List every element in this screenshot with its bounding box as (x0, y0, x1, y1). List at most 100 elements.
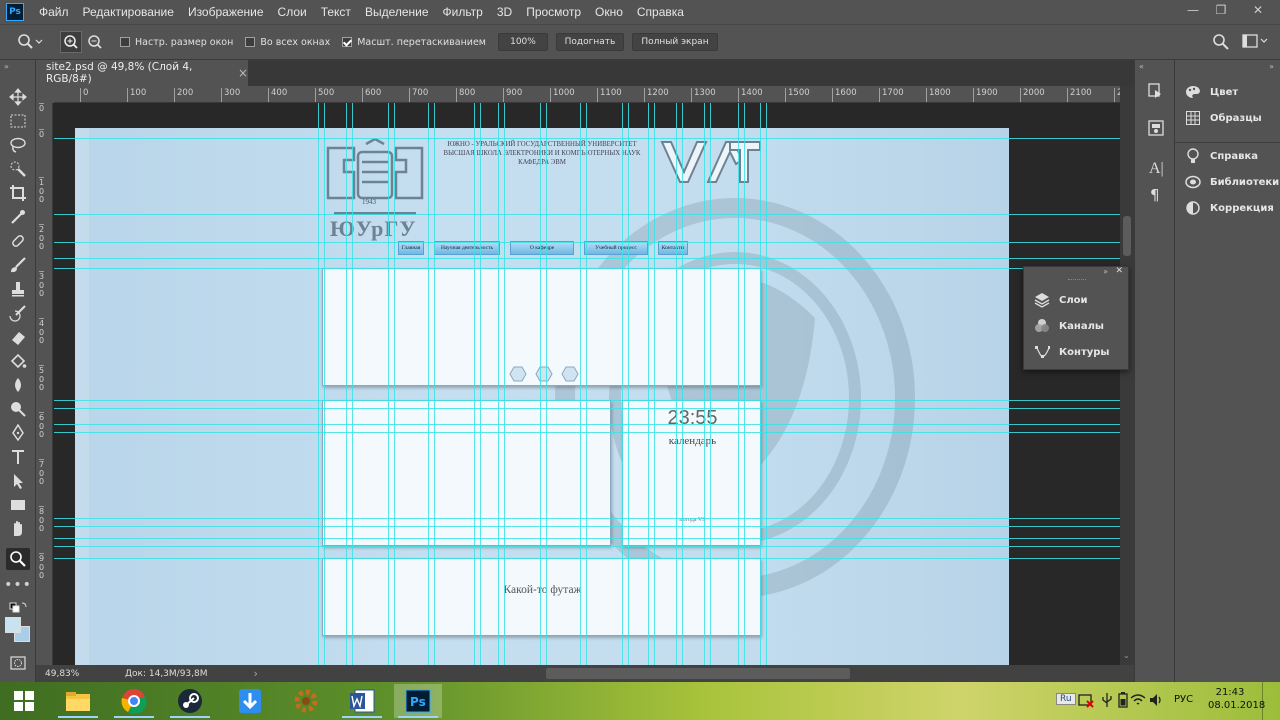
guide-horizontal[interactable] (54, 518, 1120, 519)
all-windows-option[interactable]: Во всех окнах (245, 37, 330, 48)
minimize-button[interactable]: — (1178, 0, 1208, 20)
all-windows-checkbox[interactable] (245, 37, 256, 47)
slider-dot-2[interactable] (535, 366, 553, 382)
document-tab[interactable]: site2.psd @ 49,8% (Слой 4, RGB/8#) × (36, 60, 248, 86)
guide-vertical[interactable] (540, 103, 541, 665)
hand-tool-icon[interactable] (6, 518, 30, 540)
quick-mask-icon[interactable] (6, 652, 30, 674)
crop-tool-icon[interactable] (6, 182, 30, 204)
taskbar-photoshop-icon[interactable]: Ps (394, 684, 442, 718)
guide-vertical[interactable] (682, 103, 683, 665)
start-button[interactable] (0, 684, 48, 718)
panel-adjustments[interactable]: Коррекция (1175, 195, 1280, 221)
guide-vertical[interactable] (480, 103, 481, 665)
guide-vertical[interactable] (324, 103, 325, 665)
guide-vertical[interactable] (504, 103, 505, 665)
show-desktop-button[interactable] (1262, 682, 1264, 720)
guide-vertical[interactable] (474, 103, 475, 665)
guide-vertical[interactable] (654, 103, 655, 665)
guide-horizontal[interactable] (54, 526, 1120, 527)
collapse-strip-icon[interactable]: « (1139, 62, 1144, 71)
tray-input-language[interactable]: РУС (1174, 694, 1193, 705)
guide-vertical[interactable] (622, 103, 623, 665)
more-tools-icon[interactable]: ••• (4, 574, 31, 596)
properties-panel-icon[interactable] (1148, 120, 1164, 139)
guide-horizontal[interactable] (54, 214, 1120, 215)
foreground-color-swatch[interactable] (5, 617, 21, 633)
guide-horizontal[interactable] (54, 558, 1120, 559)
guide-vertical[interactable] (546, 103, 547, 665)
close-float-icon[interactable]: ✕ (1115, 266, 1123, 276)
guide-horizontal[interactable] (54, 268, 1120, 269)
taskbar-explorer-icon[interactable] (54, 684, 102, 718)
menu-image[interactable]: Изображение (181, 5, 271, 19)
fill-screen-button[interactable]: Полный экран (631, 33, 718, 51)
menu-view[interactable]: Просмотр (519, 5, 588, 19)
zoom-100-button[interactable]: 100% (497, 33, 548, 51)
zoom-out-icon[interactable] (84, 31, 106, 53)
quick-selection-tool-icon[interactable] (6, 158, 30, 180)
workspace-switcher-icon[interactable] (1242, 34, 1270, 51)
panel-layers[interactable]: Слои (1024, 287, 1130, 313)
zoom-tool-preset-icon[interactable] (16, 30, 56, 54)
panel-paths[interactable]: Контуры (1024, 339, 1130, 365)
color-swatches[interactable] (5, 617, 31, 643)
guide-horizontal[interactable] (54, 138, 1120, 139)
panel-swatches[interactable]: Образцы (1175, 105, 1280, 131)
guide-horizontal[interactable] (54, 424, 1120, 425)
tray-usb-icon[interactable] (1100, 692, 1114, 711)
photoshop-logo-icon[interactable]: Ps (6, 3, 24, 21)
brush-tool-icon[interactable] (6, 254, 30, 276)
menu-window[interactable]: Окно (588, 5, 630, 19)
guide-vertical[interactable] (498, 103, 499, 665)
menu-edit[interactable]: Редактирование (76, 5, 181, 19)
panel-channels[interactable]: Каналы (1024, 313, 1130, 339)
blur-tool-icon[interactable] (6, 374, 30, 396)
menu-type[interactable]: Текст (314, 5, 358, 19)
nav-contacts[interactable]: Контакты (658, 241, 688, 255)
fit-screen-button[interactable]: Подогнать (555, 33, 624, 51)
guide-vertical[interactable] (586, 103, 587, 665)
paragraph-panel-icon[interactable]: ¶ (1150, 186, 1160, 204)
guide-vertical[interactable] (760, 103, 761, 665)
menu-filter[interactable]: Фильтр (436, 5, 490, 19)
collapse-dock-icon[interactable]: » (1269, 62, 1274, 71)
guide-vertical[interactable] (346, 103, 347, 665)
move-tool-icon[interactable] (6, 86, 30, 108)
healing-brush-tool-icon[interactable] (6, 230, 30, 252)
guide-vertical[interactable] (352, 103, 353, 665)
tray-network-warning-icon[interactable] (1078, 692, 1094, 711)
guide-vertical[interactable] (628, 103, 629, 665)
guide-vertical[interactable] (580, 103, 581, 665)
tray-clock[interactable]: 21:43 08.01.2018 (1208, 686, 1265, 712)
tray-volume-icon[interactable] (1148, 692, 1164, 711)
marquee-tool-icon[interactable] (6, 110, 30, 132)
lasso-tool-icon[interactable] (6, 134, 30, 156)
guide-vertical[interactable] (710, 103, 711, 665)
scroll-down-icon[interactable]: ⌄ (1123, 651, 1130, 660)
eyedropper-tool-icon[interactable] (6, 206, 30, 228)
vertical-scroll-thumb[interactable] (1123, 216, 1131, 256)
status-menu-arrow-icon[interactable]: › (254, 667, 258, 680)
restore-button[interactable]: ❐ (1206, 0, 1236, 20)
history-panel-icon[interactable] (1148, 82, 1164, 103)
taskbar-chrome-icon[interactable] (110, 684, 158, 718)
guide-vertical[interactable] (738, 103, 739, 665)
history-brush-tool-icon[interactable] (6, 302, 30, 324)
type-tool-icon[interactable] (6, 446, 30, 468)
guide-vertical[interactable] (704, 103, 705, 665)
panel-learn[interactable]: Справка (1175, 143, 1280, 169)
search-icon[interactable] (1212, 33, 1230, 54)
zoom-level[interactable]: 49,83% (45, 669, 125, 679)
taskbar-steam-icon[interactable] (166, 684, 214, 718)
close-window-button[interactable]: ✕ (1240, 0, 1276, 20)
horizontal-ruler[interactable]: 0 100 200 300 400 500 600 700 800 900 1000 1100 1200… (54, 86, 1120, 103)
taskbar-torrent-icon[interactable] (226, 684, 274, 718)
rectangle-tool-icon[interactable] (6, 494, 30, 516)
dodge-tool-icon[interactable] (6, 398, 30, 420)
vertical-ruler[interactable]: 0 0 1 0 0 2 0 0 3 0 0 4 0 0 5 0 0 6 0 0 7 0 0 8 0… (36, 103, 53, 665)
zoom-tool-icon[interactable] (6, 548, 30, 570)
menu-layer[interactable]: Слои (271, 5, 314, 19)
nav-education[interactable]: Учебный процесс (584, 241, 648, 255)
slider-dot-1[interactable] (509, 366, 527, 382)
